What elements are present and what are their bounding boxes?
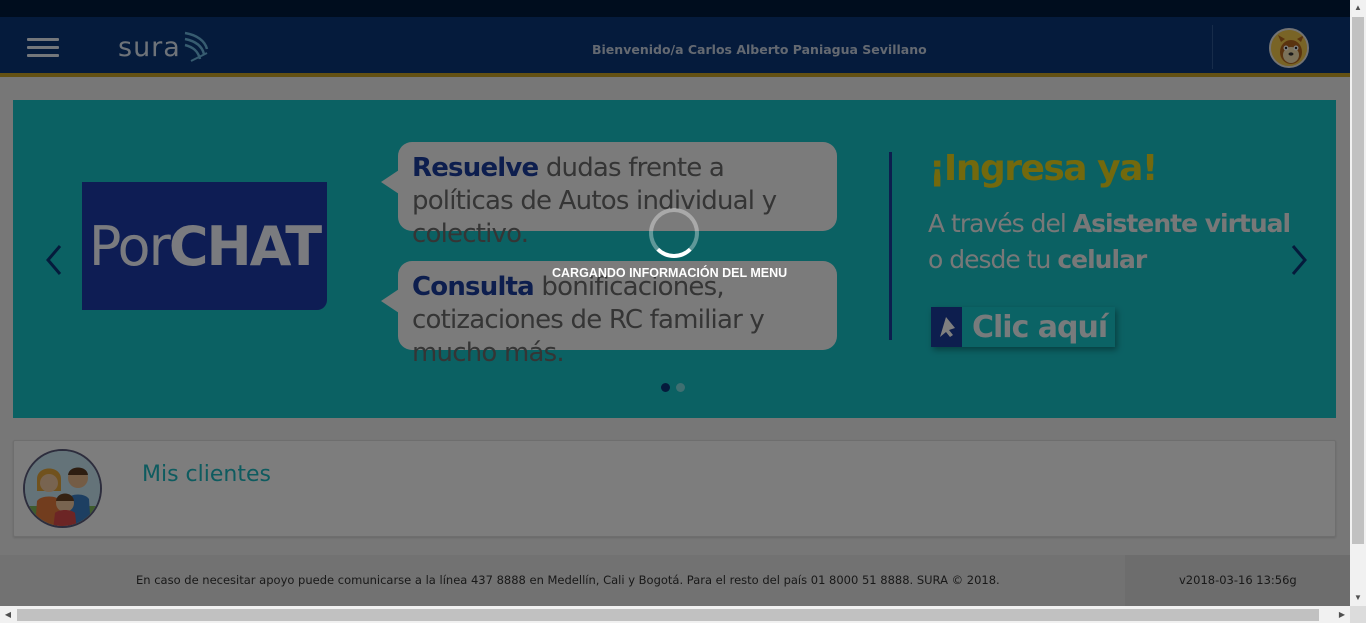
- scroll-left-icon[interactable]: ◀: [0, 606, 16, 623]
- vertical-scroll-thumb[interactable]: [1352, 17, 1364, 544]
- scroll-down-icon[interactable]: ▼: [1350, 590, 1366, 606]
- horizontal-scroll-thumb[interactable]: [17, 609, 1319, 621]
- scroll-up-icon[interactable]: ▲: [1350, 0, 1366, 16]
- loading-text: CARGANDO INFORMACIÓN DEL MENU: [552, 266, 788, 280]
- scroll-right-icon[interactable]: ▶: [1334, 606, 1350, 623]
- scrollbar-corner: [1350, 606, 1366, 623]
- loading-spinner-icon: [649, 208, 699, 258]
- loading-overlay: CARGANDO INFORMACIÓN DEL MENU: [0, 0, 1350, 606]
